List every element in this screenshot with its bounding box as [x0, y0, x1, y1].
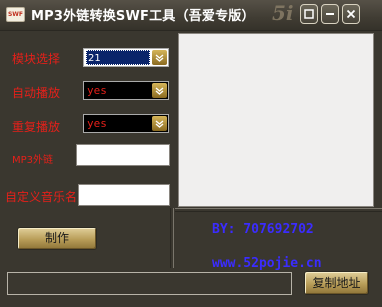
repeat-select-value: yes [87, 117, 107, 130]
mp3-link-label: MP3外链 [12, 155, 54, 166]
module-select[interactable]: 21 [83, 48, 169, 67]
mp3-link-input[interactable] [76, 144, 170, 166]
copy-address-button[interactable]: 复制地址 [304, 271, 369, 295]
divider-vertical [170, 208, 174, 268]
music-name-label: 自定义音乐名 [5, 190, 78, 204]
module-select-value: 21 [86, 50, 150, 65]
music-name-input[interactable] [78, 184, 170, 206]
app-window: SWF MP3外链转换SWF工具（吾爱专版） 5i 模块选择 21 自动播放 y… [0, 0, 382, 307]
repeat-select[interactable]: yes [83, 114, 169, 133]
minimize-icon [326, 13, 334, 15]
autoplay-select-value: yes [87, 84, 107, 97]
autoplay-select[interactable]: yes [83, 81, 169, 100]
chevron-down-icon [155, 54, 164, 62]
credit-website: www.52pojie.cn [212, 256, 322, 271]
divider-horizontal [175, 208, 382, 212]
close-icon [346, 9, 356, 19]
repeat-label: 重复播放 [12, 120, 61, 134]
preview-panel [178, 33, 374, 207]
restore-icon [304, 9, 314, 19]
module-dropdown-button[interactable] [152, 50, 167, 65]
autoplay-dropdown-button[interactable] [152, 83, 167, 98]
minimize-button[interactable] [321, 4, 339, 24]
app-icon: SWF [6, 7, 25, 22]
restore-button[interactable] [300, 4, 318, 24]
window-title: MP3外链转换SWF工具（吾爱专版） [31, 9, 255, 24]
chevron-down-icon [155, 120, 164, 128]
title-bar[interactable]: SWF MP3外链转换SWF工具（吾爱专版） 5i [0, 0, 382, 31]
make-button[interactable]: 制作 [17, 227, 97, 250]
module-label: 模块选择 [12, 52, 61, 66]
credit-author: BY: 707692702 [212, 222, 314, 237]
autoplay-label: 自动播放 [12, 86, 61, 100]
repeat-dropdown-button[interactable] [152, 116, 167, 131]
output-address-field[interactable] [7, 272, 292, 295]
close-button[interactable] [342, 4, 360, 24]
chevron-down-icon [155, 87, 164, 95]
